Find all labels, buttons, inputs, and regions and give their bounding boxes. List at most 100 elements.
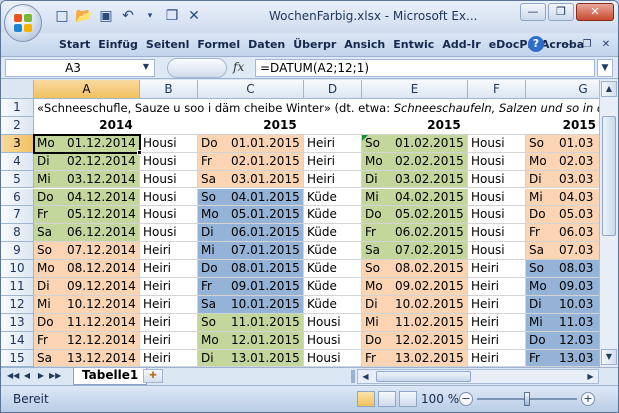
- name-cell[interactable]: Housi: [468, 242, 526, 261]
- next-sheet-icon[interactable]: ▶: [35, 370, 47, 382]
- prev-sheet-icon[interactable]: ◀: [21, 370, 33, 382]
- date-cell[interactable]: Mi 10.12.2014: [34, 295, 140, 314]
- row-header-10[interactable]: 10: [1, 260, 34, 278]
- year-header-g[interactable]: 2015: [526, 117, 599, 135]
- date-cell[interactable]: Mo 09.03: [526, 278, 599, 296]
- name-cell[interactable]: Heiri: [468, 278, 526, 296]
- date-cell[interactable]: Do 05.02.2015: [362, 206, 468, 225]
- row-header-4[interactable]: 4: [1, 152, 34, 171]
- column-header-a[interactable]: A: [34, 80, 140, 99]
- name-cell[interactable]: Heiri: [140, 295, 198, 314]
- name-cell[interactable]: Heiri: [140, 260, 198, 278]
- name-cell[interactable]: Heiri: [304, 134, 362, 153]
- row-header-7[interactable]: 7: [1, 206, 34, 225]
- date-cell[interactable]: Mi 07.01.2015: [198, 242, 304, 261]
- name-cell[interactable]: Heiri: [140, 313, 198, 332]
- date-cell[interactable]: Fr 09.01.2015: [198, 278, 304, 296]
- date-cell[interactable]: So 11.01.2015: [198, 313, 304, 332]
- column-header-e[interactable]: E: [362, 80, 468, 99]
- name-cell[interactable]: Housi: [140, 152, 198, 171]
- name-cell[interactable]: Housi: [468, 224, 526, 243]
- name-cell[interactable]: Housi: [468, 134, 526, 153]
- date-cell[interactable]: Sa 03.01.2015: [198, 170, 304, 189]
- name-cell[interactable]: Küde: [304, 242, 362, 261]
- date-cell[interactable]: Sa 07.03: [526, 242, 599, 261]
- formula-input[interactable]: =DATUM(A2;12;1): [255, 59, 595, 77]
- row-header-3[interactable]: 3: [1, 134, 34, 153]
- year-header-a[interactable]: 2014: [34, 117, 198, 135]
- date-cell[interactable]: Do 12.02.2015: [362, 331, 468, 350]
- chevron-down-icon[interactable]: ▼: [140, 60, 152, 74]
- ribbon-tab-0[interactable]: Start: [55, 37, 94, 52]
- name-cell[interactable]: Housi: [468, 206, 526, 225]
- name-cell[interactable]: Housi: [140, 170, 198, 189]
- date-cell[interactable]: Do 04.12.2014: [34, 188, 140, 207]
- date-cell[interactable]: Fr 06.02.2015: [362, 224, 468, 243]
- row-header-11[interactable]: 11: [1, 278, 34, 296]
- name-cell[interactable]: Heiri: [140, 331, 198, 350]
- date-cell[interactable]: Mo 02.02.2015: [362, 152, 468, 171]
- date-cell[interactable]: Mi 04.02.2015: [362, 188, 468, 207]
- date-cell[interactable]: Sa 07.02.2015: [362, 242, 468, 261]
- name-cell[interactable]: Housi: [140, 224, 198, 243]
- scroll-right-icon[interactable]: ▶: [583, 370, 598, 383]
- date-cell[interactable]: Mo 05.01.2015: [198, 206, 304, 225]
- vertical-scroll-thumb[interactable]: [602, 116, 616, 236]
- date-cell[interactable]: Do 08.01.2015: [198, 260, 304, 278]
- redo-icon[interactable]: ▾: [141, 7, 159, 25]
- date-cell[interactable]: Do 11.12.2014: [34, 313, 140, 332]
- date-cell[interactable]: Fr 13.02.2015: [362, 349, 468, 367]
- row-header-2[interactable]: 2: [1, 116, 34, 135]
- scroll-left-icon[interactable]: ◀: [358, 370, 373, 383]
- scroll-up-icon[interactable]: ▲: [601, 81, 617, 97]
- date-cell[interactable]: So 01.03: [526, 134, 599, 153]
- column-header-b[interactable]: B: [140, 80, 198, 99]
- name-cell[interactable]: Housi: [140, 188, 198, 207]
- name-cell[interactable]: Küde: [304, 188, 362, 207]
- date-cell[interactable]: So 04.01.2015: [198, 188, 304, 207]
- date-cell[interactable]: Mo 09.02.2015: [362, 278, 468, 296]
- date-cell[interactable]: Fr 02.01.2015: [198, 152, 304, 171]
- ribbon-tab-1[interactable]: Einfüg: [94, 37, 142, 52]
- name-cell[interactable]: Heiri: [140, 242, 198, 261]
- scroll-down-icon[interactable]: ▼: [601, 349, 617, 365]
- open-icon[interactable]: 📂: [75, 7, 93, 25]
- name-cell[interactable]: Heiri: [140, 278, 198, 296]
- close-x-icon[interactable]: ✕: [185, 7, 203, 25]
- name-cell[interactable]: Heiri: [140, 349, 198, 367]
- row-header-5[interactable]: 5: [1, 170, 34, 189]
- ribbon-tab-5[interactable]: Überpr: [289, 37, 340, 52]
- name-cell[interactable]: Housi: [468, 188, 526, 207]
- date-cell[interactable]: Di 10.02.2015: [362, 295, 468, 314]
- name-box[interactable]: A3: [5, 59, 155, 77]
- date-cell[interactable]: Di 06.01.2015: [198, 224, 304, 243]
- column-header-c[interactable]: C: [198, 80, 304, 99]
- row-header-9[interactable]: 9: [1, 242, 34, 261]
- save-icon[interactable]: ▣: [97, 7, 115, 25]
- help-icon[interactable]: ?: [528, 36, 544, 52]
- date-cell[interactable]: Do 01.01.2015: [198, 134, 304, 153]
- row-header-15[interactable]: 15: [1, 349, 34, 367]
- date-cell[interactable]: So 01.02.2015: [362, 134, 468, 153]
- zoom-slider-thumb[interactable]: [524, 392, 530, 406]
- date-cell[interactable]: Mi 11.03: [526, 313, 599, 332]
- date-cell[interactable]: Di 03.02.2015: [362, 170, 468, 189]
- last-sheet-icon[interactable]: ▶▶: [49, 370, 61, 382]
- date-cell[interactable]: Fr 13.03: [526, 349, 599, 367]
- normal-view-icon[interactable]: [357, 391, 375, 407]
- zoom-out-icon[interactable]: −: [459, 392, 473, 406]
- new-icon[interactable]: □: [53, 7, 71, 25]
- year-header-e[interactable]: 2015: [362, 117, 526, 135]
- insert-function-icon[interactable]: fx: [233, 60, 244, 74]
- ribbon-tab-2[interactable]: Seitenl: [142, 37, 193, 52]
- date-cell[interactable]: So 08.03: [526, 260, 599, 278]
- date-cell[interactable]: Fr 06.03: [526, 224, 599, 243]
- name-cell[interactable]: Heiri: [468, 313, 526, 332]
- office-button[interactable]: [4, 4, 42, 42]
- date-cell[interactable]: Sa 10.01.2015: [198, 295, 304, 314]
- date-cell[interactable]: Mi 03.12.2014: [34, 170, 140, 189]
- date-cell[interactable]: Sa 06.12.2014: [34, 224, 140, 243]
- row-header-6[interactable]: 6: [1, 188, 34, 207]
- name-cell[interactable]: Housi: [140, 134, 198, 153]
- ribbon-tab-3[interactable]: Formel: [193, 37, 244, 52]
